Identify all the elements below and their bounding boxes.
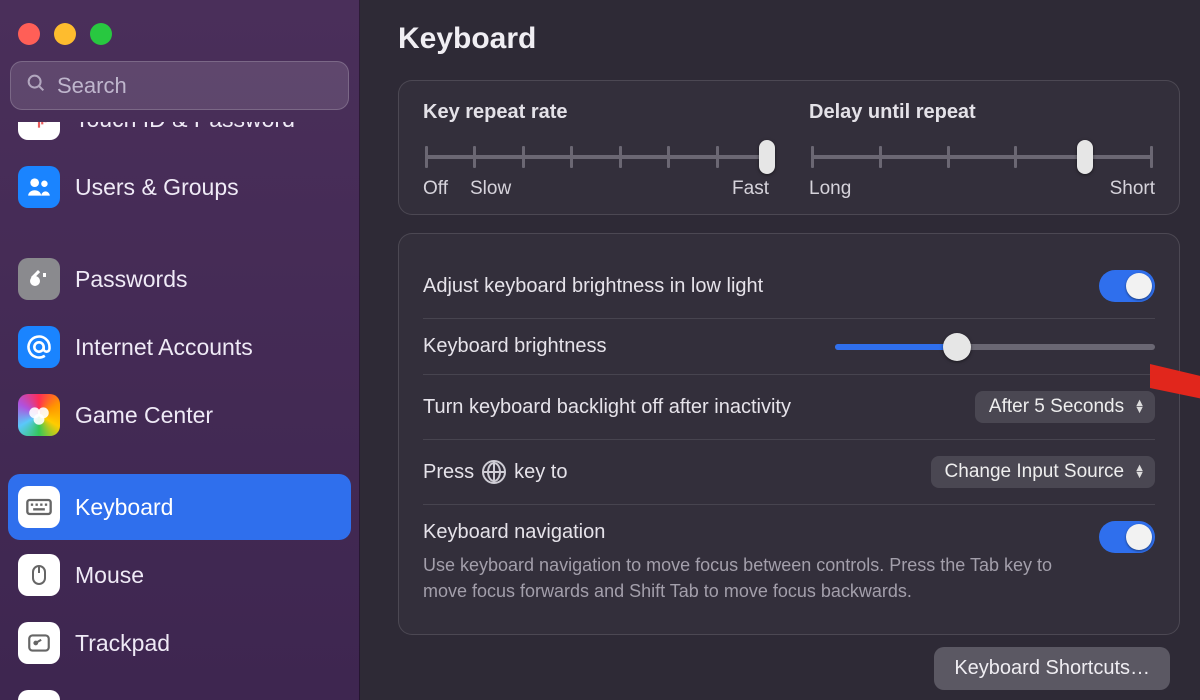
main-content: Keyboard Key repeat rate Off Slow Fast D… <box>360 0 1200 700</box>
fingerprint-icon <box>18 122 60 140</box>
sidebar: Touch ID & Password Users & Groups Passwor… <box>0 0 360 700</box>
sidebar-item-touchid[interactable]: Touch ID & Password <box>8 122 351 152</box>
sidebar-item-label: Internet Accounts <box>75 334 253 361</box>
brightness-row: Keyboard brightness <box>423 318 1155 374</box>
updown-icon: ▲▼ <box>1134 465 1145 479</box>
key-repeat-slider[interactable] <box>425 142 767 172</box>
key-repeat-slow-label: Slow <box>470 178 511 200</box>
window-controls <box>0 4 359 61</box>
auto-brightness-toggle[interactable] <box>1099 270 1155 302</box>
globe-key-label: Press key to <box>423 460 567 484</box>
repeat-rate-panel: Key repeat rate Off Slow Fast Delay unti… <box>398 80 1180 215</box>
users-icon <box>18 166 60 208</box>
close-window-button[interactable] <box>18 23 40 45</box>
search-field[interactable] <box>10 61 349 110</box>
keyboard-options-panel: Adjust keyboard brightness in low light … <box>398 233 1180 635</box>
backlight-off-value: After 5 Seconds <box>989 396 1124 418</box>
sidebar-item-label: Touch ID & Password <box>75 122 295 133</box>
search-icon <box>25 72 57 99</box>
key-repeat-col: Key repeat rate Off Slow Fast <box>423 101 769 200</box>
backlight-off-row: Turn keyboard backlight off after inacti… <box>423 374 1155 439</box>
sidebar-item-label: Trackpad <box>75 630 170 657</box>
delay-long-label: Long <box>809 178 851 200</box>
sidebar-item-label: Keyboard <box>75 494 173 521</box>
auto-brightness-row: Adjust keyboard brightness in low light <box>423 254 1155 318</box>
minimize-window-button[interactable] <box>54 23 76 45</box>
delay-slider[interactable] <box>811 142 1153 172</box>
gamecenter-icon <box>18 394 60 436</box>
delay-short-label: Short <box>1110 178 1155 200</box>
sidebar-item-internet[interactable]: Internet Accounts <box>8 314 351 380</box>
sidebar-item-label: Users & Groups <box>75 174 239 201</box>
sidebar-item-trackpad[interactable]: Trackpad <box>8 610 351 676</box>
trackpad-icon <box>18 622 60 664</box>
page-title: Keyboard <box>398 22 1180 56</box>
globe-icon <box>482 460 506 484</box>
globe-key-value: Change Input Source <box>945 461 1125 483</box>
delay-title: Delay until repeat <box>809 101 1155 124</box>
sidebar-item-keyboard[interactable]: Keyboard <box>8 474 351 540</box>
printer-icon <box>18 690 60 700</box>
mouse-icon <box>18 554 60 596</box>
sidebar-nav: Touch ID & Password Users & Groups Passwor… <box>0 122 359 700</box>
sidebar-item-mouse[interactable]: Mouse <box>8 542 351 608</box>
zoom-window-button[interactable] <box>90 23 112 45</box>
sidebar-item-passwords[interactable]: Passwords <box>8 246 351 312</box>
at-icon <box>18 326 60 368</box>
search-input[interactable] <box>57 73 334 99</box>
keyboard-nav-toggle[interactable] <box>1099 521 1155 553</box>
backlight-off-popup[interactable]: After 5 Seconds ▲▼ <box>975 391 1155 423</box>
globe-key-popup[interactable]: Change Input Source ▲▼ <box>931 456 1155 488</box>
delay-col: Delay until repeat Long Short <box>809 101 1155 200</box>
sidebar-item-gamectr[interactable]: Game Center <box>8 382 351 448</box>
keyboard-nav-label: Keyboard navigation <box>423 521 1099 544</box>
sidebar-item-label: Game Center <box>75 402 213 429</box>
brightness-slider[interactable] <box>835 336 1155 358</box>
key-repeat-off-label: Off <box>423 178 448 200</box>
keyboard-nav-desc: Use keyboard navigation to move focus be… <box>423 552 1099 604</box>
keyboard-shortcuts-button[interactable]: Keyboard Shortcuts… <box>934 647 1170 690</box>
updown-icon: ▲▼ <box>1134 400 1145 414</box>
sidebar-item-users[interactable]: Users & Groups <box>8 154 351 220</box>
globe-key-row: Press key to Change Input Source ▲▼ <box>423 439 1155 504</box>
sidebar-item-printers[interactable]: Printers & Scanners <box>8 678 351 700</box>
key-icon <box>18 258 60 300</box>
brightness-label: Keyboard brightness <box>423 335 606 358</box>
sidebar-item-label: Passwords <box>75 266 187 293</box>
sidebar-item-label: Mouse <box>75 562 144 589</box>
auto-brightness-label: Adjust keyboard brightness in low light <box>423 275 763 298</box>
backlight-off-label: Turn keyboard backlight off after inacti… <box>423 396 791 419</box>
keyboard-icon <box>18 486 60 528</box>
keyboard-nav-row: Keyboard navigation Use keyboard navigat… <box>423 504 1155 620</box>
key-repeat-title: Key repeat rate <box>423 101 769 124</box>
key-repeat-fast-label: Fast <box>732 178 769 200</box>
